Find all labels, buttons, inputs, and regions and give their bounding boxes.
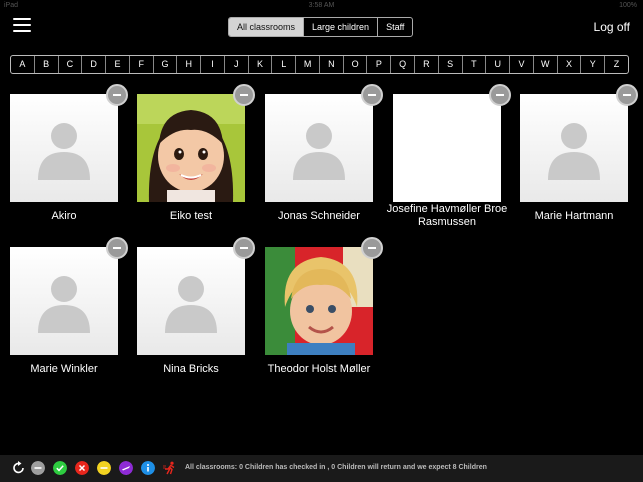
remove-child-button[interactable] [361, 84, 383, 106]
letter-filter-u[interactable]: U [486, 56, 511, 73]
child-name: Theodor Holst Møller [267, 363, 371, 375]
segment-staff[interactable]: Staff [378, 18, 412, 36]
remove-child-button[interactable] [616, 84, 638, 106]
remove-child-button[interactable] [106, 237, 128, 259]
avatar-blank [393, 94, 501, 202]
letter-filter-y[interactable]: Y [581, 56, 606, 73]
trip-icon[interactable] [119, 461, 133, 475]
person-silhouette-icon [293, 123, 345, 180]
segment-large-children[interactable]: Large children [304, 18, 379, 36]
boy-photo [265, 247, 373, 355]
letter-filter-w[interactable]: W [534, 56, 558, 73]
refresh-icon[interactable] [12, 461, 26, 475]
info-icon[interactable] [141, 461, 155, 475]
avatar-placeholder [520, 94, 628, 202]
child-name: Jonas Schneider [278, 210, 360, 222]
child-name: Eiko test [169, 210, 213, 222]
status-bar: iPad 3:58 AM 100% [0, 0, 643, 12]
letter-filter-n[interactable]: N [320, 56, 344, 73]
bottom-status-bar: All classrooms: 0 Children has checked i… [0, 455, 643, 482]
child-name: Josefine Havmøller Broe Rasmussen [386, 203, 508, 228]
checkin-status-text: All classrooms: 0 Children has checked i… [185, 464, 487, 471]
child-name: Marie Hartmann [534, 210, 614, 222]
child-name: Nina Bricks [163, 363, 219, 375]
letter-filter-d[interactable]: D [82, 56, 107, 73]
letter-filter-l[interactable]: L [272, 56, 297, 73]
letter-filter-t[interactable]: T [463, 56, 487, 73]
absent-icon[interactable] [75, 461, 89, 475]
letter-filter-s[interactable]: S [439, 56, 463, 73]
remove-child-button[interactable] [233, 237, 255, 259]
pending-icon[interactable] [97, 461, 111, 475]
letter-filter-h[interactable]: H [177, 56, 202, 73]
letter-filter-q[interactable]: Q [391, 56, 416, 73]
avatar-placeholder [10, 94, 118, 202]
avatar-placeholder [137, 247, 245, 355]
nav-bar: All classrooms Large children Staff Log … [0, 12, 643, 42]
letter-filter-o[interactable]: O [344, 56, 368, 73]
letter-filter-c[interactable]: C [59, 56, 83, 73]
letter-filter-v[interactable]: V [510, 56, 534, 73]
person-silhouette-icon [165, 276, 217, 333]
letter-filter-e[interactable]: E [106, 56, 130, 73]
child-name: Akiro [51, 210, 77, 222]
toddler-girl-photo [137, 94, 245, 202]
letter-filter-j[interactable]: J [225, 56, 249, 73]
running-person-icon[interactable] [163, 461, 177, 475]
remove-child-button[interactable] [106, 84, 128, 106]
log-off-button[interactable]: Log off [594, 20, 630, 34]
letter-filter-r[interactable]: R [415, 56, 439, 73]
person-silhouette-icon [38, 276, 90, 333]
letter-filter-k[interactable]: K [249, 56, 273, 73]
letter-filter-m[interactable]: M [296, 56, 320, 73]
alphabet-filter: A B C D E F G H I J K L M N O P Q R S T … [10, 55, 629, 74]
letter-filter-f[interactable]: F [130, 56, 154, 73]
remove-child-button[interactable] [233, 84, 255, 106]
letter-filter-p[interactable]: P [367, 56, 392, 73]
remove-child-button[interactable] [361, 237, 383, 259]
letter-filter-x[interactable]: X [558, 56, 582, 73]
remove-child-button[interactable] [489, 84, 511, 106]
hamburger-menu-icon[interactable] [13, 18, 31, 34]
battery-label: 100% [619, 2, 637, 9]
letter-filter-a[interactable]: A [11, 56, 35, 73]
avatar-placeholder [10, 247, 118, 355]
child-photo [137, 94, 245, 202]
segment-all-classrooms[interactable]: All classrooms [229, 18, 305, 36]
person-silhouette-icon [38, 123, 90, 180]
child-name: Marie Winkler [30, 363, 98, 375]
child-photo [265, 247, 373, 355]
letter-filter-z[interactable]: Z [605, 56, 628, 73]
letter-filter-b[interactable]: B [35, 56, 59, 73]
clock-label: 3:58 AM [308, 2, 335, 9]
checked-in-icon[interactable] [53, 461, 67, 475]
letter-filter-g[interactable]: G [154, 56, 178, 73]
avatar-placeholder [265, 94, 373, 202]
classroom-segmented-control: All classrooms Large children Staff [228, 17, 414, 37]
letter-filter-i[interactable]: I [201, 56, 225, 73]
not-checked-in-icon[interactable] [31, 461, 45, 475]
person-silhouette-icon [548, 123, 600, 180]
